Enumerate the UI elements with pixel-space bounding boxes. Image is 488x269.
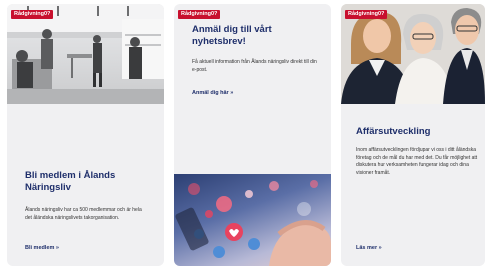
- team-photo: [341, 4, 485, 104]
- read-more-link[interactable]: Läs mer »: [356, 245, 382, 251]
- card-title: Affärsutveckling: [356, 126, 431, 137]
- social-media-photo: [174, 174, 331, 266]
- become-member-link[interactable]: Bli medlem »: [25, 245, 59, 251]
- business-development-card[interactable]: Rådgivning0? Affärsutveckling Inom affär…: [341, 4, 485, 266]
- badge-label: Rådgivning0?: [11, 10, 54, 19]
- newsletter-card[interactable]: Rådgivning0? Anmäl dig till vårt nyhetsb…: [174, 4, 331, 266]
- office-photo: [7, 4, 164, 104]
- card-description: Få aktuell information från Ålands närin…: [192, 59, 317, 73]
- card-title: Anmäl dig till vårt nyhetsbrev!: [192, 24, 272, 47]
- card-description: Ålands näringsliv har ca 500 medlemmar o…: [25, 207, 142, 221]
- card-description: Inom affärsutvecklingen fördjupar vi oss…: [356, 147, 478, 176]
- membership-card[interactable]: Rådgivning0? Bli medlem i Ålands Närings…: [7, 4, 164, 266]
- card-title: Bli medlem i Ålands Näringsliv: [25, 170, 116, 193]
- card-row: Rådgivning0? Bli medlem i Ålands Närings…: [0, 0, 488, 269]
- badge-label: Rådgivning0?: [345, 10, 388, 19]
- newsletter-signup-link[interactable]: Anmäl dig här »: [192, 90, 233, 96]
- badge-label: Rådgivning0?: [178, 10, 221, 19]
